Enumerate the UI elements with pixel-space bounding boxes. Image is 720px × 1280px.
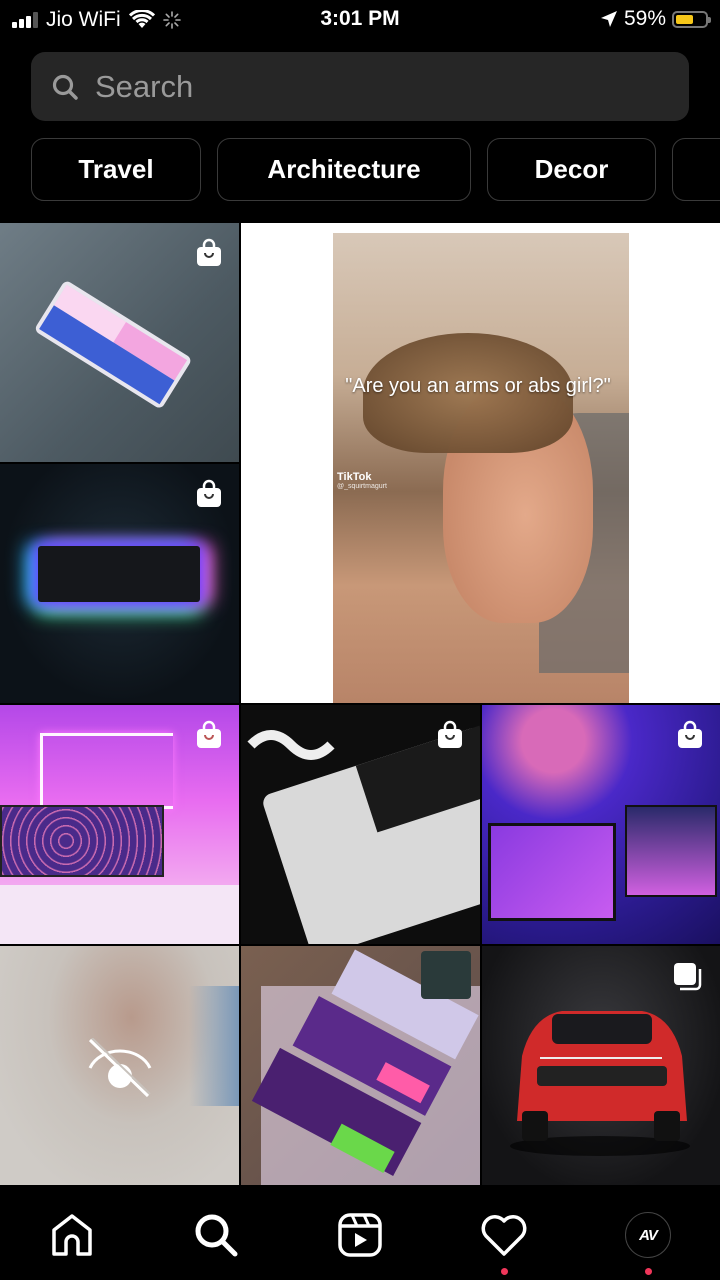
grid-tile-purple-gaming-setup[interactable] [482, 705, 720, 944]
grid-tile-rgb-keyboard-white[interactable] [0, 223, 239, 462]
reels-icon [338, 1213, 382, 1257]
search-icon [195, 1214, 238, 1257]
grid-tile-red-suv[interactable] [482, 946, 720, 1185]
grid-tile-colorful-keyboards[interactable] [241, 946, 480, 1185]
chip-next[interactable] [672, 138, 720, 201]
grid-tile-hidden-sensitive-content[interactable] [0, 946, 239, 1185]
explore-grid: "Are you an arms or abs girl?" TikTok @_… [0, 223, 720, 1185]
category-chips: Travel Architecture Decor [31, 138, 720, 201]
chip-travel[interactable]: Travel [31, 138, 201, 201]
carousel-icon [674, 963, 702, 991]
desk [0, 885, 239, 944]
shopping-bag-icon [197, 238, 221, 266]
notification-dot [501, 1268, 508, 1275]
notification-dot [645, 1268, 652, 1275]
battery-percent: 59% [623, 7, 666, 30]
nav-home[interactable] [42, 1205, 102, 1265]
status-bar: Jio WiFi 3:01 PM 59% [0, 0, 720, 40]
chip-architecture[interactable]: Architecture [217, 138, 471, 201]
video-frame [333, 233, 629, 703]
video-caption: "Are you an arms or abs girl?" [345, 375, 611, 397]
tiktok-handle: @_squirtmagurt [337, 483, 387, 490]
tiktok-watermark: TikTok @_squirtmagurt [337, 471, 387, 490]
keyboard-image [38, 546, 200, 602]
chip-decor[interactable]: Decor [487, 138, 656, 201]
grid-tile-white-keycaps[interactable] [241, 705, 480, 944]
shopping-bag-icon [678, 720, 702, 748]
nav-reels[interactable] [330, 1205, 390, 1265]
monitors [0, 805, 164, 877]
keyboards-image [251, 949, 480, 1185]
bottom-nav: AV [0, 1185, 720, 1280]
nav-profile[interactable]: AV [618, 1205, 678, 1275]
nav-search[interactable] [186, 1205, 246, 1265]
battery-icon [672, 10, 711, 28]
location-arrow-icon [600, 11, 617, 27]
status-right: 59% [600, 7, 711, 31]
monitor [488, 823, 616, 921]
home-icon [52, 1214, 92, 1256]
blur-accent [189, 986, 239, 1106]
heart-icon [481, 1215, 527, 1256]
battery-fill [676, 14, 693, 24]
grid-tile-pink-desk-setup[interactable] [0, 705, 239, 944]
shopping-bag-icon [197, 720, 221, 748]
neon-frame [40, 733, 173, 809]
pc-case [625, 805, 717, 897]
shopping-bag-icon [197, 479, 221, 507]
shopping-bag-icon [438, 720, 462, 748]
grid-tile-reel-video[interactable]: "Are you an arms or abs girl?" TikTok @_… [241, 223, 720, 703]
search-bar[interactable] [31, 52, 689, 121]
avatar: AV [625, 1212, 671, 1258]
nav-activity[interactable] [474, 1205, 534, 1275]
search-input[interactable] [93, 67, 657, 106]
tiktok-label: TikTok [337, 471, 372, 483]
eye-off-icon [88, 1038, 152, 1098]
search-icon [52, 74, 78, 100]
grid-tile-rgb-keyboard-glow[interactable] [0, 464, 239, 703]
